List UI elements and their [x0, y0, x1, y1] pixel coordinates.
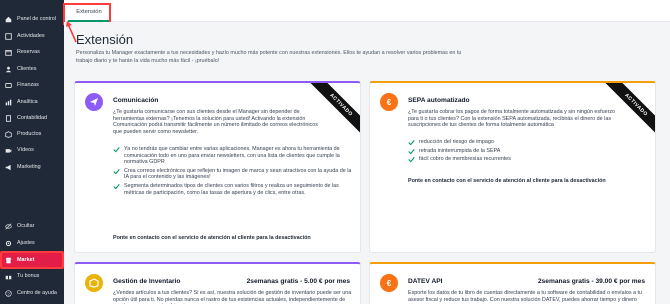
feature-item: Segmenta determinados tipos de clientes … [113, 183, 353, 196]
card-price: 2semanas gratis - 39.00 € por mes [537, 278, 645, 285]
sidebar-item-label: Reservas [17, 49, 40, 55]
eye-off-icon [4, 222, 13, 231]
check-icon [113, 184, 120, 190]
sidebar-item-label: Marketing [17, 164, 41, 170]
sidebar-item-videos[interactable]: Vídeos [0, 143, 64, 157]
sidebar-item-label: Finanzas [17, 82, 39, 88]
sidebar-item-label: Panel de control [17, 16, 56, 22]
sidebar-item-label: Contabilidad [17, 115, 47, 121]
sidebar-item-ayuda[interactable]: ? Centro de ayuda [0, 286, 64, 300]
wallet-icon [4, 81, 13, 90]
box-icon [85, 274, 103, 292]
check-icon [408, 157, 415, 163]
calendar-icon [4, 48, 13, 57]
market-highlight-box [0, 251, 64, 269]
sidebar-item-analitica[interactable]: Analítica [0, 95, 64, 109]
extension-card-inventario[interactable]: Gestión de Inventario 2semanas gratis - … [74, 262, 361, 304]
video-icon [4, 146, 13, 155]
svg-text:?: ? [7, 291, 10, 296]
sidebar-item-label: Actividades [17, 33, 45, 39]
home-icon [4, 15, 13, 24]
tab-bar: Extensión [64, 0, 670, 22]
feature-item: fácil cobro de membresías recurrentes [408, 156, 648, 163]
card-title: SEPA automatizado [408, 97, 470, 104]
megaphone-icon [4, 163, 13, 172]
sidebar-item-finanzas[interactable]: Finanzas [0, 78, 64, 92]
check-icon [113, 168, 120, 175]
sidebar-item-actividades[interactable]: Actividades [0, 29, 64, 43]
card-description: ¿Te gustaría comunicarse con sus cliente… [113, 109, 318, 135]
deactivation-note: Ponte en contacto con el servicio de ate… [113, 235, 311, 241]
sidebar-item-label: Clientes [17, 66, 37, 72]
sidebar-item-label: Ajustes [17, 240, 35, 246]
calculator-icon [4, 114, 13, 123]
sidebar-item-label: Centro de ayuda [17, 290, 57, 296]
sidebar-item-label: Ocultar [17, 223, 35, 229]
card-title: Gestión de Inventario [113, 278, 181, 285]
sidebar-item-label: Productos [17, 131, 42, 137]
sidebar-item-bonus[interactable]: Tu bonus [0, 269, 64, 283]
sidebar-item-label: Analítica [17, 99, 38, 105]
card-description: ¿Te gustaría cobrar los pagos de forma t… [408, 109, 616, 129]
card-price: 2semanas gratis - 5.00 € por mes [246, 278, 350, 285]
sidebar-item-label: Vídeos [17, 147, 34, 153]
users-icon [4, 65, 13, 74]
sidebar-item-ocultar[interactable]: Ocultar [0, 219, 64, 233]
annotation-arrow-icon [66, 21, 77, 43]
sidebar-item-contabilidad[interactable]: Contabilidad [0, 111, 64, 125]
help-icon: ? [4, 289, 13, 298]
main-content: Extensión Personaliza tu Manager exactam… [64, 22, 670, 304]
activities-icon [4, 32, 13, 41]
gear-icon [4, 239, 13, 248]
sidebar-item-label: Tu bonus [17, 273, 40, 279]
feature-list: reducción del riesgo de impago retrada i… [408, 139, 648, 165]
sidebar-item-panel[interactable]: Panel de control [0, 12, 64, 26]
feature-item: retrada ininterrumpida de la SEPA [408, 148, 648, 155]
extension-card-datev[interactable]: € DATEV API 2semanas gratis - 39.00 € po… [369, 262, 656, 304]
page-title: Extensión [76, 32, 134, 47]
feature-item: Crea correos electrónicos que reflejen t… [113, 168, 353, 181]
feature-list: Ya no tendrás que cambiar entre varias a… [113, 146, 353, 198]
chart-icon [4, 98, 13, 107]
paper-plane-icon [85, 93, 103, 111]
gift-icon [4, 272, 13, 281]
euro-icon: € [380, 93, 398, 111]
extension-card-sepa[interactable]: € SEPA automatizado ACTIVADO ¿Te gustarí… [369, 81, 656, 253]
svg-text:€: € [387, 279, 392, 288]
extension-card-comunicacion[interactable]: Comunicación ACTIVADO ¿Te gustaría comun… [74, 81, 361, 253]
check-icon [113, 147, 120, 153]
card-description: ¿Vendes artículos a tus clientes? Si es … [113, 290, 352, 304]
box-icon [4, 130, 13, 139]
euro-icon: € [380, 274, 398, 292]
sidebar-item-reservas[interactable]: Reservas [0, 45, 64, 59]
deactivation-note: Ponte en contacto con el servicio de ate… [408, 178, 606, 184]
card-title: Comunicación [113, 97, 159, 104]
check-icon [408, 148, 415, 155]
feature-item: reducción del riesgo de impago [408, 139, 648, 146]
feature-item: Ya no tendrás que cambiar entre varias a… [113, 146, 353, 166]
card-description: Exporte los datos de tu libro de cuentas… [408, 290, 643, 303]
svg-text:€: € [387, 98, 392, 107]
sidebar-item-productos[interactable]: Productos [0, 127, 64, 141]
sidebar-item-clientes[interactable]: Clientes [0, 62, 64, 76]
sidebar-item-ajustes[interactable]: Ajustes [0, 236, 64, 250]
card-title: DATEV API [408, 278, 443, 285]
page-intro: Personaliza tu Manager exactamente a tus… [76, 50, 462, 64]
sidebar-item-marketing[interactable]: Marketing [0, 160, 64, 174]
check-icon [408, 140, 415, 146]
